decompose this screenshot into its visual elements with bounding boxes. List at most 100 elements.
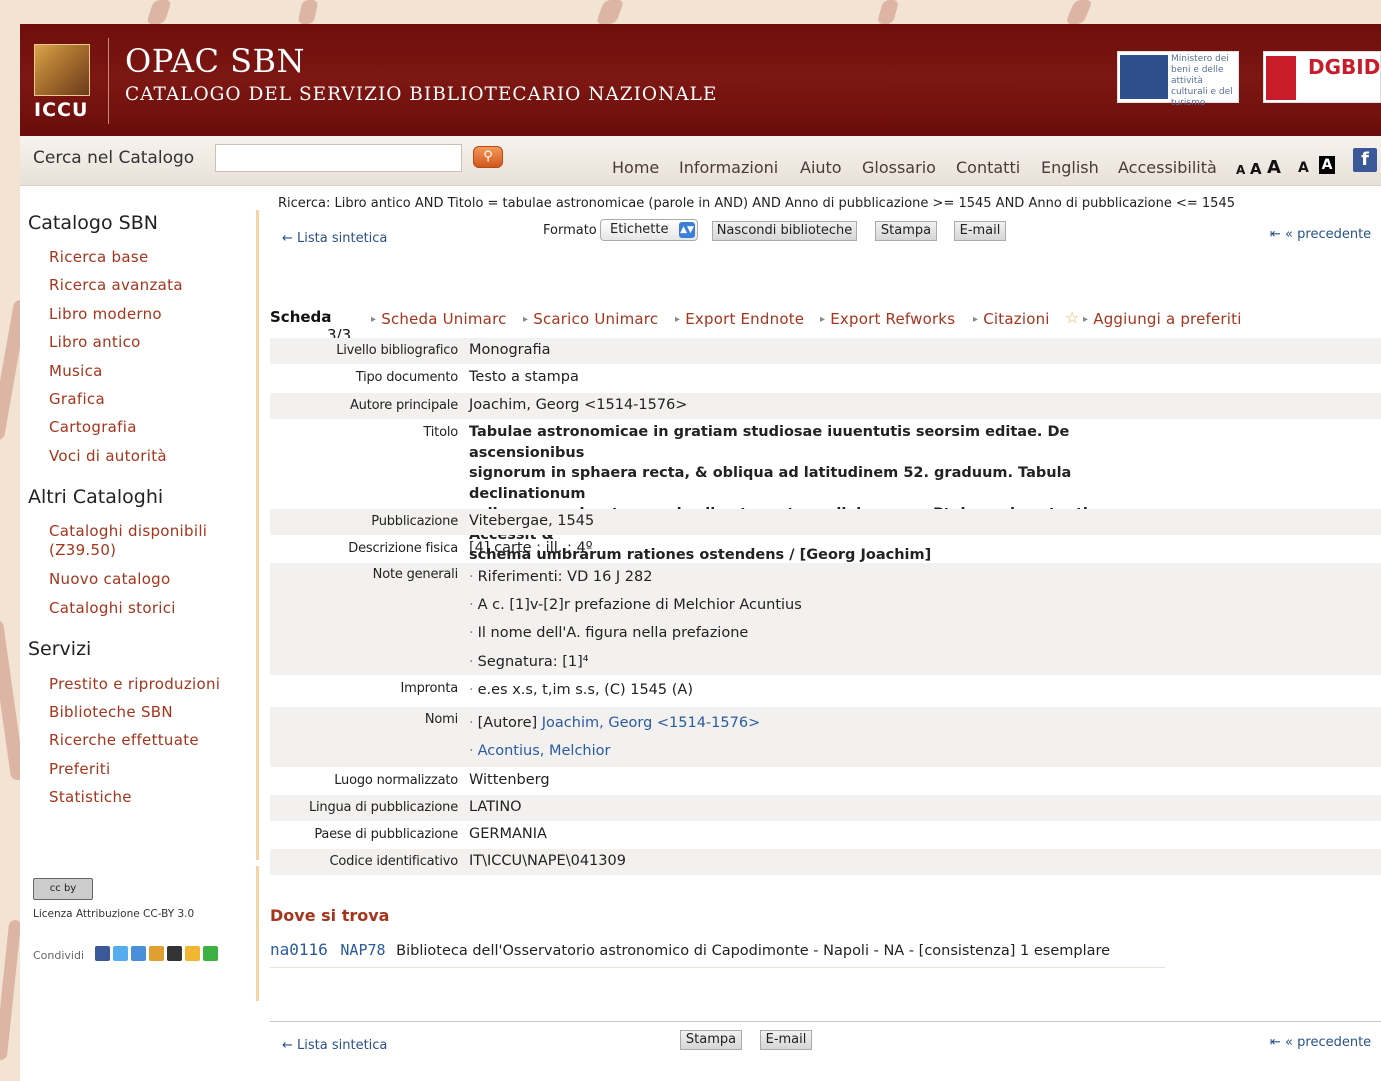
field-value: LATINO (469, 799, 522, 815)
cc-license-badge[interactable]: cc by (33, 878, 93, 900)
iccu-logo[interactable]: ICCU (34, 44, 92, 124)
sidebar-item-musica[interactable]: Musica (49, 362, 103, 381)
hide-libraries-button[interactable]: Nascondi biblioteche (712, 221, 857, 241)
tab-aggiungi-preferiti[interactable]: Aggiungi a preferiti (1083, 310, 1242, 328)
previous-link-bottom[interactable]: ⇤ « precedente (1270, 1035, 1371, 1050)
name-item: · Acontius, Melchior (469, 743, 611, 759)
footer-divider (270, 1021, 1381, 1022)
search-button[interactable]: ⚲ (473, 146, 503, 168)
site-title[interactable]: OPAC SBN (125, 42, 305, 80)
back-to-list-link[interactable]: ← Lista sintetica (282, 231, 387, 246)
background-decoration (146, 0, 172, 24)
search-input[interactable] (215, 144, 462, 172)
field-value: Monografia (469, 342, 551, 358)
record-row: Titolo Tabulae astronomicae in gratiam s… (270, 420, 1381, 563)
page-container: ICCU OPAC SBN CATALOGO DEL SERVIZIO BIBL… (20, 24, 1381, 1081)
print-button-bottom[interactable]: Stampa (680, 1030, 742, 1050)
font-size-medium[interactable]: A (1250, 160, 1262, 178)
library-code-link[interactable]: na0116 (270, 940, 328, 959)
contrast-high[interactable]: A (1319, 156, 1335, 174)
previous-label: precedente (1297, 227, 1372, 242)
field-label: Titolo (423, 425, 458, 440)
nav-home[interactable]: Home (612, 158, 659, 177)
sidebar-item-cataloghi-disponibili[interactable]: Cataloghi disponibili (Z39.50) (49, 522, 249, 560)
back-to-list-link-bottom[interactable]: ← Lista sintetica (282, 1038, 387, 1053)
field-value: Vitebergae, 1545 (469, 513, 595, 529)
sidebar-item-biblioteche[interactable]: Biblioteche SBN (49, 703, 173, 722)
tab-citazioni[interactable]: Citazioni (973, 310, 1050, 328)
back-link-label: Lista sintetica (297, 1038, 388, 1053)
record-row: Impronta · e.es x.s, t,im s.s, (C) 1545 (… (270, 676, 1381, 706)
tab-scheda-unimarc[interactable]: Scheda Unimarc (371, 310, 507, 328)
share-facebook-icon[interactable] (95, 946, 110, 961)
sidebar-item-preferiti[interactable]: Preferiti (49, 760, 110, 779)
email-button-bottom[interactable]: E-mail (760, 1030, 812, 1050)
search-label: Cerca nel Catalogo (33, 148, 195, 168)
font-size-small[interactable]: A (1236, 163, 1245, 177)
field-label: Nomi (424, 712, 458, 727)
iccu-logo-image (34, 44, 90, 96)
sidebar-item-cartografia[interactable]: Cartografia (49, 418, 137, 437)
sidebar-item-ricerca-avanzata[interactable]: Ricerca avanzata (49, 276, 183, 295)
email-button[interactable]: E-mail (954, 221, 1006, 241)
share-stumble-icon[interactable] (185, 946, 200, 961)
share-label: Condividi (33, 949, 85, 962)
format-select-value: Etichette (610, 222, 669, 237)
share-digg-icon[interactable] (167, 946, 182, 961)
scheda-label: Scheda (270, 308, 332, 326)
background-decoration (1065, 0, 1093, 24)
sidebar-item-nuovo-catalogo[interactable]: Nuovo catalogo (49, 570, 170, 589)
tab-scarico-unimarc[interactable]: Scarico Unimarc (523, 310, 658, 328)
share-twitter-icon[interactable] (113, 946, 128, 961)
dgbid-logo[interactable]: DGBID (1263, 51, 1381, 103)
previous-link[interactable]: ⇤ « precedente (1270, 227, 1371, 242)
nav-aiuto[interactable]: Aiuto (800, 158, 842, 177)
first-page-icon: ⇤ (1270, 227, 1281, 242)
sidebar-item-libro-moderno[interactable]: Libro moderno (49, 305, 162, 324)
nav-english[interactable]: English (1041, 158, 1099, 177)
share-more-icon[interactable] (203, 946, 218, 961)
sidebar-item-ricerche[interactable]: Ricerche effettuate (49, 731, 199, 750)
format-select[interactable]: Etichette ▲▼ (600, 219, 698, 241)
sidebar-item-voci-autorita[interactable]: Voci di autorità (49, 447, 167, 466)
library-id-link[interactable]: NAP78 (340, 941, 385, 959)
record-row: Livello bibliografico Monografia (270, 338, 1381, 364)
sidebar-item-ricerca-base[interactable]: Ricerca base (49, 248, 148, 267)
name-item: · [Autore] Joachim, Georg <1514-1576> (469, 715, 761, 731)
record-row: Note generali · Riferimenti: VD 16 J 282 … (270, 563, 1381, 675)
sidebar-divider (256, 210, 259, 860)
tab-export-refworks[interactable]: Export Refworks (820, 310, 955, 328)
record-row: Autore principale Joachim, Georg <1514-1… (270, 393, 1381, 419)
back-link-label: Lista sintetica (297, 231, 388, 246)
sidebar-item-cataloghi-storici[interactable]: Cataloghi storici (49, 599, 176, 618)
main-content: Ricerca: Libro antico AND Titolo = tabul… (260, 186, 1381, 1081)
sidebar-item-libro-antico[interactable]: Libro antico (49, 333, 141, 352)
facebook-icon[interactable]: f (1353, 148, 1377, 172)
sidebar-item-statistiche[interactable]: Statistiche (49, 788, 132, 807)
license-text: Licenza Attribuzione CC-BY 3.0 (33, 908, 195, 920)
nav-contatti[interactable]: Contatti (956, 158, 1020, 177)
contrast-normal[interactable]: A (1298, 160, 1309, 176)
print-button[interactable]: Stampa (875, 221, 937, 241)
mibac-logo[interactable]: Ministero dei beni e delle attività cult… (1117, 51, 1239, 108)
field-label: Tipo documento (355, 370, 458, 385)
nav-accessibilita[interactable]: Accessibilità (1118, 158, 1217, 177)
name-link[interactable]: Acontius, Melchior (478, 743, 611, 759)
note-item: · Segnatura: [1]⁴ (469, 654, 589, 670)
sidebar-heading-altri: Altri Cataloghi (28, 486, 164, 508)
dgbid-text: DGBID (1308, 55, 1381, 79)
share-delicious-icon[interactable] (149, 946, 164, 961)
record-row: Lingua di pubblicazione LATINO (270, 795, 1381, 821)
sidebar-item-grafica[interactable]: Grafica (49, 390, 105, 409)
note-item: · Il nome dell'A. figura nella prefazione (469, 625, 749, 641)
tab-export-endnote[interactable]: Export Endnote (675, 310, 804, 328)
nav-glossario[interactable]: Glossario (862, 158, 936, 177)
nav-informazioni[interactable]: Informazioni (679, 158, 778, 177)
share-web-icon[interactable] (131, 946, 146, 961)
sidebar-item-prestito[interactable]: Prestito e riproduzioni (49, 675, 220, 694)
author-link[interactable]: Joachim, Georg <1514-1576> (542, 715, 760, 731)
mibac-text: Ministero dei beni e delle attività cult… (1171, 54, 1233, 108)
font-size-large[interactable]: A (1267, 157, 1281, 178)
mibac-emblem (1120, 55, 1168, 99)
record-row: Nomi · [Autore] Joachim, Georg <1514-1576… (270, 707, 1381, 767)
